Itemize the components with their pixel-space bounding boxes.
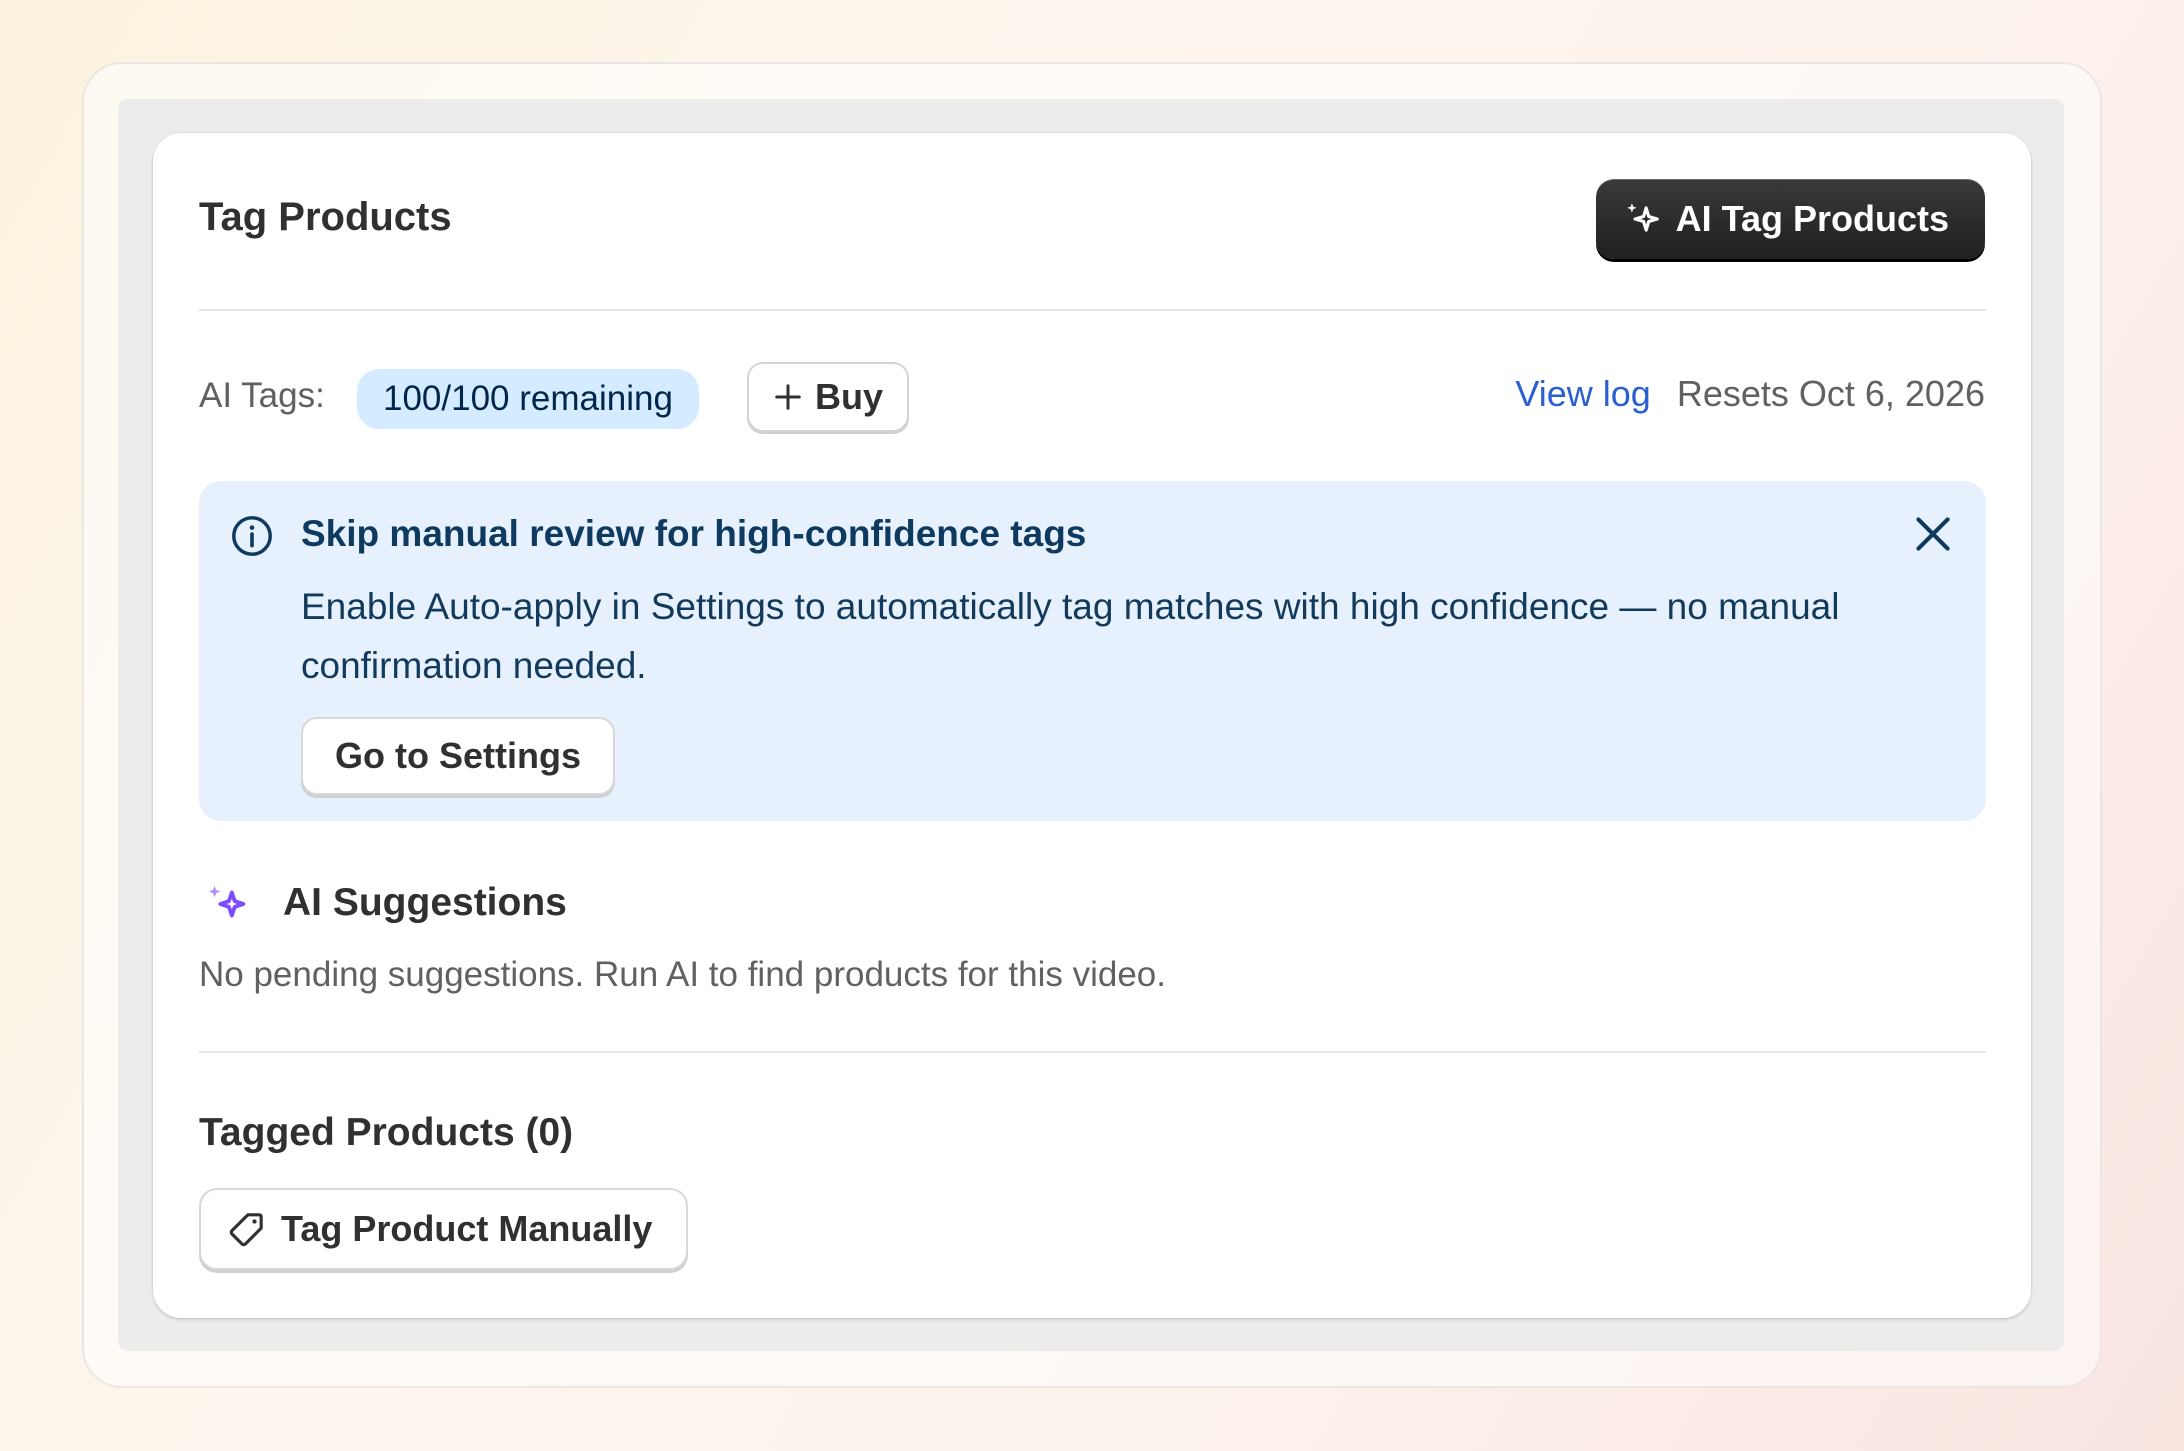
section-divider <box>199 1051 1986 1053</box>
info-icon <box>232 516 272 556</box>
auto-apply-banner: Skip manual review for high-confidence t… <box>199 481 1986 821</box>
sparkle-icon <box>208 885 246 918</box>
view-log-link[interactable]: View log <box>1515 373 1650 415</box>
banner-body: Enable Auto-apply in Settings to automat… <box>301 586 1840 686</box>
banner-title: Skip manual review for high-confidence t… <box>301 513 1087 554</box>
tagged-products-title: Tagged Products (0) <box>199 1111 574 1154</box>
plus-icon <box>775 384 801 410</box>
buy-label: Buy <box>815 376 884 417</box>
tag-product-manually-button[interactable]: Tag Product Manually <box>199 1188 689 1270</box>
suggestions-empty-text: No pending suggestions. Run AI to find p… <box>199 955 1166 994</box>
ai-tag-products-label: AI Tag Products <box>1675 198 1949 239</box>
buy-button[interactable]: Buy <box>747 362 910 432</box>
tag-products-card: Tag Products AI Tag Products AI Tags: 10… <box>153 133 2031 1318</box>
remaining-badge: 100/100 remaining <box>357 369 699 429</box>
go-to-settings-button[interactable]: Go to Settings <box>301 717 615 795</box>
sparkle-icon <box>1626 203 1659 232</box>
close-icon[interactable] <box>1908 509 1958 559</box>
ai-tag-products-button[interactable]: AI Tag Products <box>1595 179 1985 259</box>
ai-suggestions-title: AI Suggestions <box>283 881 567 924</box>
card-title: Tag Products <box>199 195 452 239</box>
header-divider <box>199 309 1986 311</box>
tag-product-manually-label: Tag Product Manually <box>281 1208 653 1249</box>
resets-date: Resets Oct 6, 2026 <box>1676 373 1985 414</box>
ai-tags-label: AI Tags: <box>199 376 325 415</box>
tag-icon <box>229 1213 263 1247</box>
usage-meta: View log Resets Oct 6, 2026 <box>1515 373 1985 415</box>
